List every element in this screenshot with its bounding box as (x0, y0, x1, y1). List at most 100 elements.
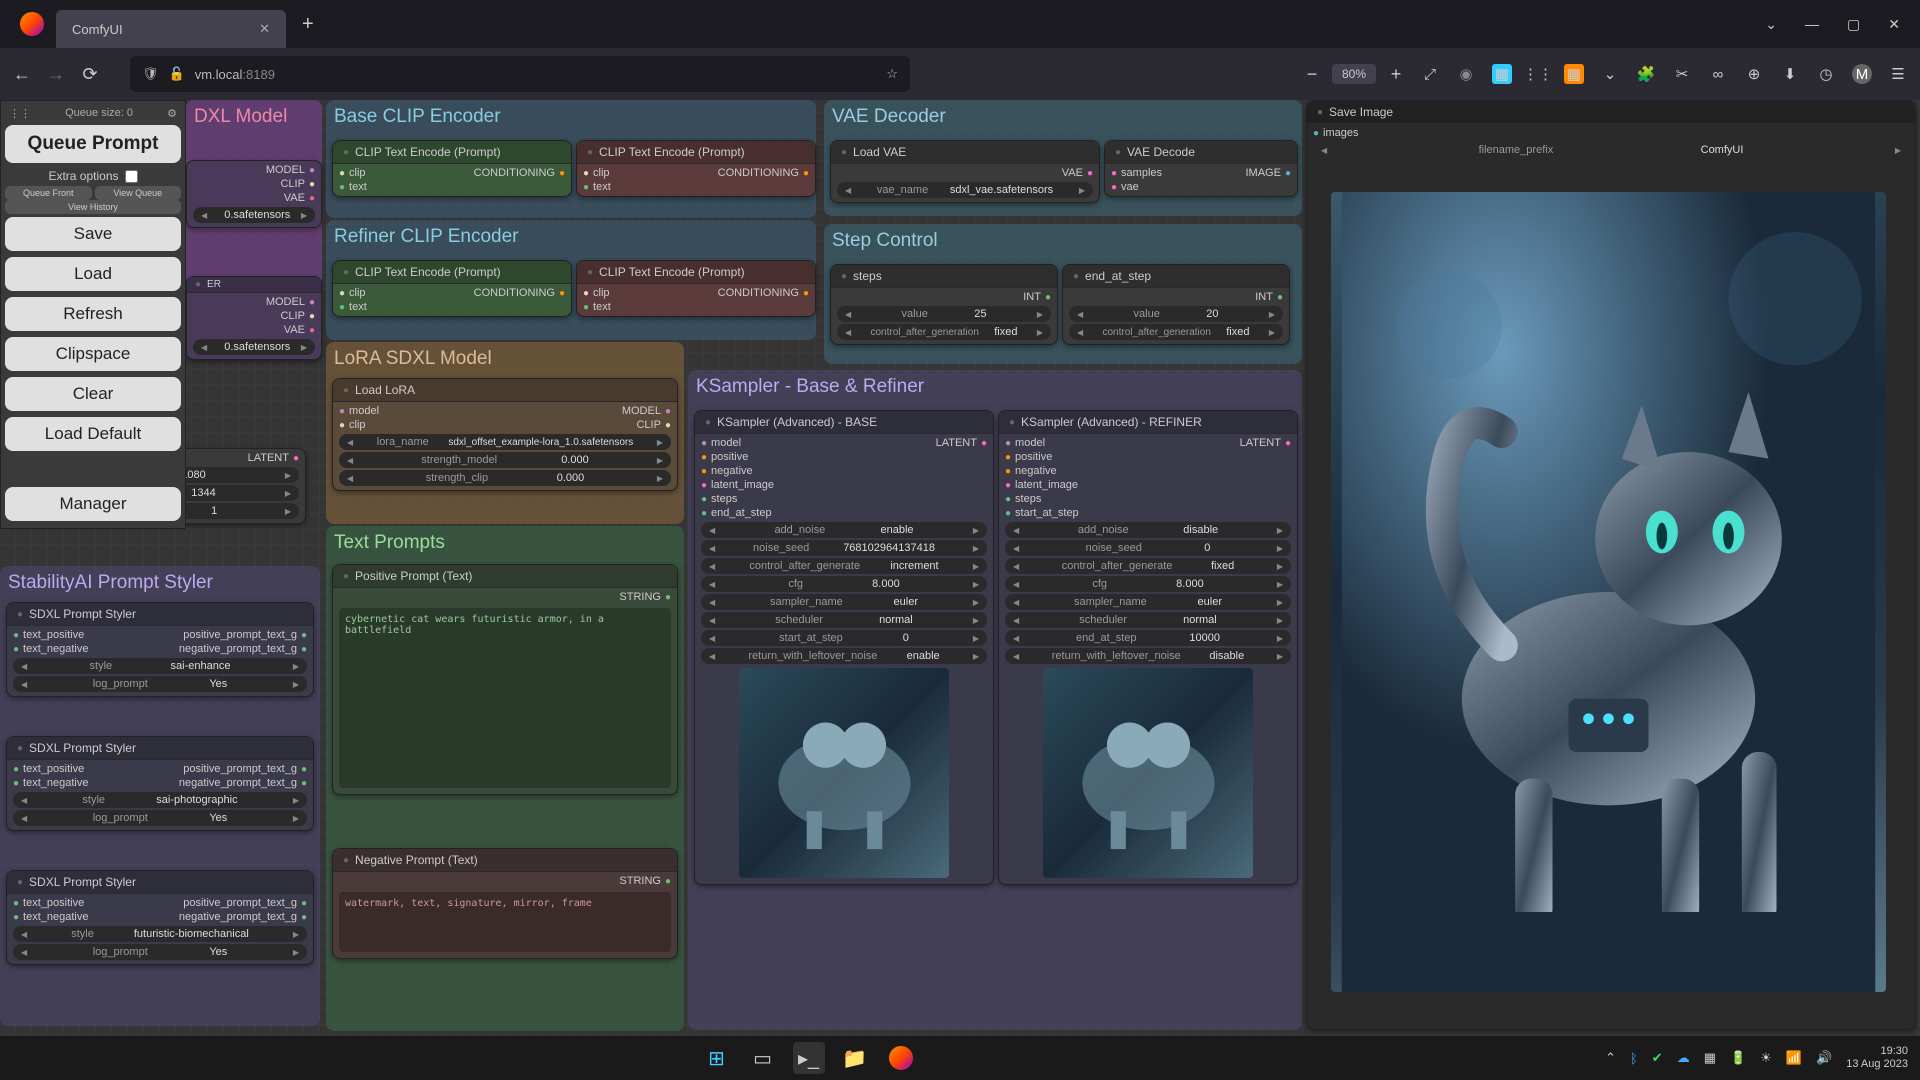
zoom-out-icon[interactable]: − (1302, 64, 1322, 84)
widget-ckpt-name[interactable]: 0.safetensors (193, 339, 315, 355)
gear-icon[interactable]: ⚙ (167, 107, 177, 120)
wifi-icon[interactable]: 📶 (1786, 1050, 1802, 1066)
queue-prompt-button[interactable]: Queue Prompt (5, 125, 181, 163)
close-window-icon[interactable]: ✕ (1888, 16, 1900, 33)
task-view-icon[interactable]: ▭ (747, 1042, 779, 1074)
maximize-icon[interactable]: ▢ (1847, 16, 1860, 33)
node-ksampler-base[interactable]: KSampler (Advanced) - BASE modelLATENT p… (694, 410, 994, 885)
refresh-button[interactable]: Refresh (5, 297, 181, 331)
node-clip-encode-base-1[interactable]: CLIP Text Encode (Prompt) clipCONDITIONI… (332, 140, 572, 197)
widget-return-noise[interactable]: return_with_leftover_noisedisable (1005, 648, 1291, 664)
widget-sampler[interactable]: sampler_nameeuler (701, 594, 987, 610)
forward-icon[interactable]: → (46, 64, 66, 84)
start-icon[interactable]: ⊞ (701, 1042, 733, 1074)
node-clip-encode-base-2[interactable]: CLIP Text Encode (Prompt) clipCONDITIONI… (576, 140, 816, 197)
widget-cfg[interactable]: cfg8.000 (1005, 576, 1291, 592)
node-ksampler-refiner[interactable]: KSampler (Advanced) - REFINER modelLATEN… (998, 410, 1298, 885)
widget-seed[interactable]: noise_seed0 (1005, 540, 1291, 556)
widget-value[interactable]: value25 (837, 306, 1051, 322)
widget-seed[interactable]: noise_seed768102964137418 (701, 540, 987, 556)
node-checkpoint-1[interactable]: MODEL CLIP VAE 0.safetensors (186, 160, 322, 228)
manager-button[interactable]: Manager (5, 487, 181, 521)
ext-icon-3[interactable]: ▦ (1564, 64, 1584, 84)
browser-tab[interactable]: ComfyUI ✕ (56, 10, 286, 48)
clock[interactable]: 19:30 13 Aug 2023 (1846, 1045, 1908, 1071)
widget-vae-name[interactable]: vae_namesdxl_vae.safetensors (837, 182, 1093, 198)
battery-icon[interactable]: 🔋 (1730, 1050, 1746, 1066)
volume-icon[interactable]: 🔊 (1816, 1050, 1832, 1066)
node-checkpoint-2[interactable]: ER MODEL CLIP VAE 0.safetensors (186, 276, 322, 360)
widget-control[interactable]: control_after_generationfixed (837, 324, 1051, 340)
security-icon[interactable]: ✔ (1652, 1050, 1663, 1066)
node-negative-prompt[interactable]: Negative Prompt (Text) STRING watermark,… (332, 848, 678, 959)
extensions-icon[interactable]: 🧩 (1636, 64, 1656, 84)
negative-prompt-text[interactable]: watermark, text, signature, mirror, fram… (339, 892, 671, 952)
onedrive-icon[interactable]: ☁ (1677, 1050, 1690, 1066)
ublock-icon[interactable]: ◉ (1456, 64, 1476, 84)
widget-control[interactable]: control_after_generateincrement (701, 558, 987, 574)
zoom-in-icon[interactable]: + (1386, 64, 1406, 84)
drag-handle-icon[interactable]: ⋮⋮ (9, 107, 31, 120)
widget-log[interactable]: log_promptYes (13, 810, 307, 826)
tabs-dropdown-icon[interactable]: ⌄ (1765, 16, 1777, 33)
back-icon[interactable]: ← (12, 64, 32, 84)
widget-control[interactable]: control_after_generatefixed (1005, 558, 1291, 574)
widget-log[interactable]: log_promptYes (13, 676, 307, 692)
ext-icon-5[interactable]: ∞ (1708, 64, 1728, 84)
ext-icon-4[interactable]: ✂ (1672, 64, 1692, 84)
load-button[interactable]: Load (5, 257, 181, 291)
widget-cfg[interactable]: cfg8.000 (701, 576, 987, 592)
node-styler-3[interactable]: SDXL Prompt Styler text_positivepositive… (6, 870, 314, 965)
reload-icon[interactable]: ⟳ (80, 64, 100, 84)
comfyui-canvas[interactable]: ⋮⋮ Queue size: 0 ⚙ Queue Prompt Extra op… (0, 100, 1920, 1036)
widget-control[interactable]: control_after_generationfixed (1069, 324, 1283, 340)
widget-scheduler[interactable]: schedulernormal (1005, 612, 1291, 628)
tray-chevron-icon[interactable]: ⌃ (1605, 1050, 1616, 1066)
brightness-icon[interactable]: ☀ (1760, 1050, 1772, 1066)
widget-log[interactable]: log_promptYes (13, 944, 307, 960)
explorer-icon[interactable]: 📁 (839, 1042, 871, 1074)
view-history-button[interactable]: View History (5, 200, 181, 214)
clear-button[interactable]: Clear (5, 377, 181, 411)
node-styler-1[interactable]: SDXL Prompt Styler text_positivepositive… (6, 602, 314, 697)
bookmark-star-icon[interactable]: ☆ (886, 66, 898, 82)
pocket-icon[interactable]: ⌄ (1600, 64, 1620, 84)
view-queue-button[interactable]: View Queue (95, 186, 182, 200)
widget-filename-prefix[interactable]: filename_prefixComfyUI (1313, 142, 1909, 158)
teams-icon[interactable]: ▦ (1704, 1050, 1716, 1066)
queue-front-button[interactable]: Queue Front (5, 186, 92, 200)
node-vae-decode[interactable]: VAE Decode samplesIMAGE vae (1104, 140, 1298, 197)
screenshot-icon[interactable]: ⤢ (1420, 64, 1440, 84)
downloads-icon[interactable]: ⬇ (1780, 64, 1800, 84)
node-load-vae[interactable]: Load VAE VAE vae_namesdxl_vae.safetensor… (830, 140, 1100, 203)
widget-start-step[interactable]: start_at_step0 (701, 630, 987, 646)
new-tab-button[interactable]: + (302, 13, 314, 36)
save-button[interactable]: Save (5, 217, 181, 251)
node-save-image[interactable]: Save Image images filename_prefixComfyUI (1306, 100, 1916, 1030)
node-steps[interactable]: steps INT value25 control_after_generati… (830, 264, 1058, 345)
account-icon[interactable]: M (1852, 64, 1872, 84)
history-icon[interactable]: ◷ (1816, 64, 1836, 84)
node-end-at-step[interactable]: end_at_step INT value20 control_after_ge… (1062, 264, 1290, 345)
positive-prompt-text[interactable]: cybernetic cat wears futuristic armor, i… (339, 608, 671, 788)
ext-icon-2[interactable]: ⋮⋮ (1528, 64, 1548, 84)
widget-end-step[interactable]: end_at_step10000 (1005, 630, 1291, 646)
ext-icon-6[interactable]: ⊕ (1744, 64, 1764, 84)
widget-sampler[interactable]: sampler_nameeuler (1005, 594, 1291, 610)
widget-strength-clip[interactable]: strength_clip0.000 (339, 470, 671, 486)
extra-options-checkbox[interactable] (125, 170, 138, 183)
widget-style[interactable]: stylefuturistic-biomechanical (13, 926, 307, 942)
widget-add-noise[interactable]: add_noisedisable (1005, 522, 1291, 538)
bluetooth-icon[interactable]: ᛒ (1630, 1051, 1638, 1066)
node-load-lora[interactable]: Load LoRA modelMODEL clipCLIP lora_names… (332, 378, 678, 491)
widget-lora-name[interactable]: lora_namesdxl_offset_example-lora_1.0.sa… (339, 434, 671, 450)
firefox-taskbar-icon[interactable] (885, 1042, 917, 1074)
node-clip-encode-ref-1[interactable]: CLIP Text Encode (Prompt) clipCONDITIONI… (332, 260, 572, 317)
menu-icon[interactable]: ☰ (1888, 64, 1908, 84)
clipspace-button[interactable]: Clipspace (5, 337, 181, 371)
node-clip-encode-ref-2[interactable]: CLIP Text Encode (Prompt) clipCONDITIONI… (576, 260, 816, 317)
widget-strength-model[interactable]: strength_model0.000 (339, 452, 671, 468)
widget-add-noise[interactable]: add_noiseenable (701, 522, 987, 538)
widget-scheduler[interactable]: schedulernormal (701, 612, 987, 628)
widget-return-noise[interactable]: return_with_leftover_noiseenable (701, 648, 987, 664)
